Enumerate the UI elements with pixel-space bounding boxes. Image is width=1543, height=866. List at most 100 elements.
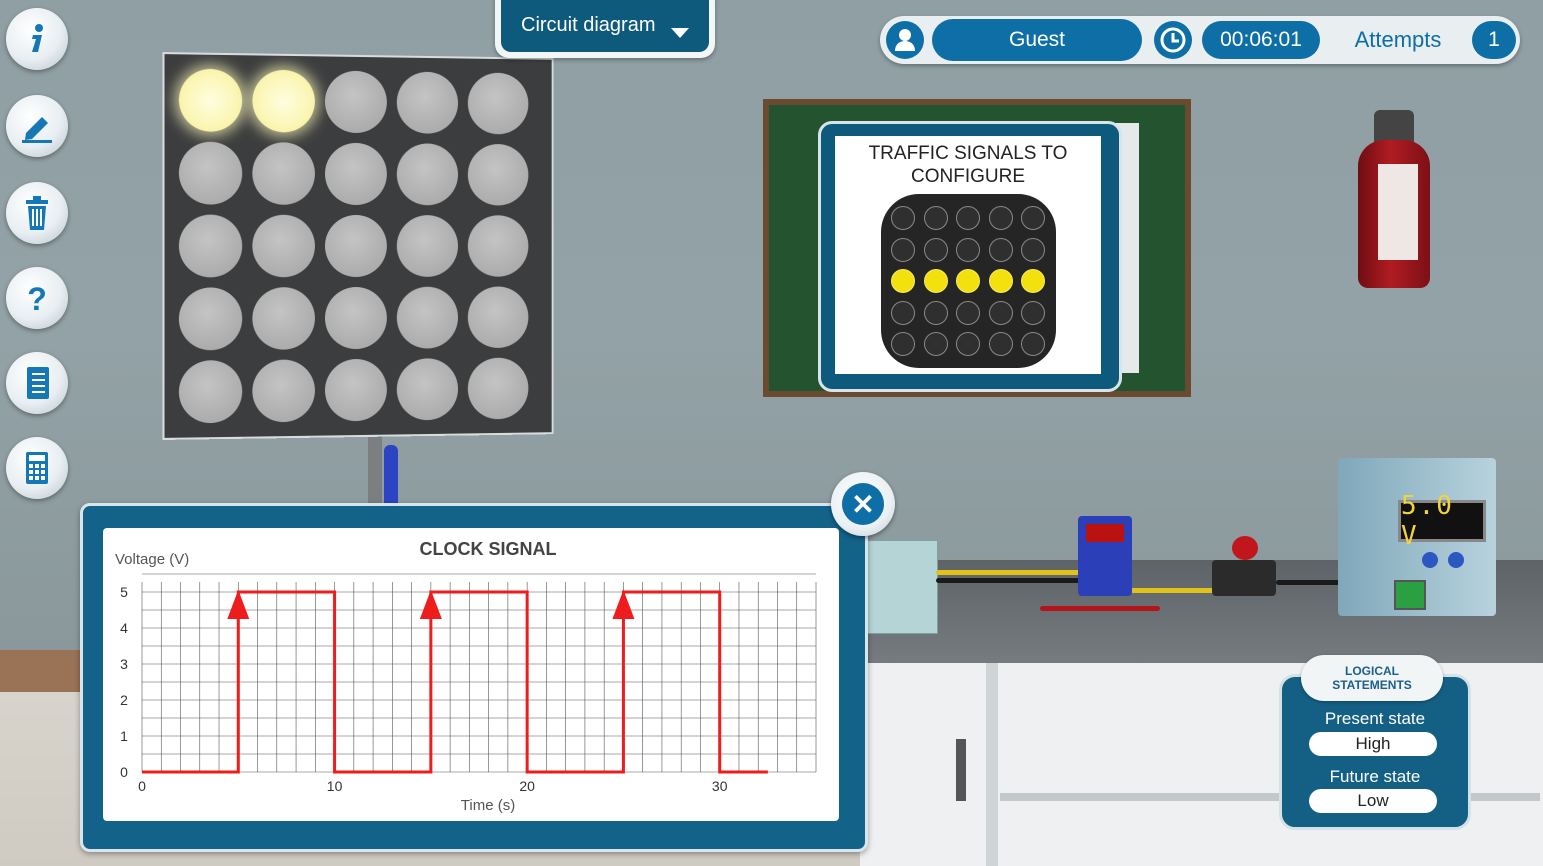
push-button-base xyxy=(1212,560,1276,596)
mini-led-3-0 xyxy=(891,300,915,325)
future-state-value[interactable]: Low xyxy=(1309,789,1437,813)
matrix-pole xyxy=(368,433,382,513)
timer: 00:06:01 xyxy=(1202,21,1320,59)
led-0-1 xyxy=(252,69,315,133)
mini-led-4-4 xyxy=(1021,332,1045,356)
wire-black xyxy=(936,578,1086,583)
led-3-2 xyxy=(324,286,387,350)
circuit-diagram-dropdown-inner: Circuit diagram xyxy=(501,0,709,52)
mini-led-4-2 xyxy=(956,332,980,356)
led-2-3 xyxy=(396,215,459,277)
wire-red xyxy=(1040,606,1160,611)
calculator-icon xyxy=(26,452,48,484)
mini-signal-grid xyxy=(881,194,1056,368)
chart-y-label: Voltage (V) xyxy=(115,551,189,568)
x-tick-label: 20 xyxy=(519,778,535,794)
led-2-0 xyxy=(178,214,243,278)
power-supply-display: 5.0 V xyxy=(1398,491,1486,551)
led-2-4 xyxy=(467,215,529,277)
circuit-diagram-dropdown[interactable]: Circuit diagram xyxy=(495,0,715,58)
mini-led-1-4 xyxy=(1021,237,1045,262)
led-3-3 xyxy=(396,286,459,349)
led-0-2 xyxy=(324,70,387,134)
info-icon xyxy=(32,24,43,52)
voltage-up-button[interactable] xyxy=(1422,552,1438,568)
mini-led-0-2 xyxy=(956,206,980,230)
rising-edge-arrow xyxy=(227,590,250,619)
calculator-button[interactable] xyxy=(6,437,68,499)
led-4-4 xyxy=(467,357,529,420)
y-tick-label: 5 xyxy=(120,584,128,600)
y-tick-label: 1 xyxy=(120,728,128,744)
led-3-0 xyxy=(178,287,243,351)
clock-generator-display xyxy=(1086,524,1124,542)
user-icon xyxy=(886,21,924,59)
led-1-4 xyxy=(467,143,529,206)
led-3-4 xyxy=(467,286,529,349)
led-4-0 xyxy=(178,360,243,424)
pencil-icon xyxy=(22,117,52,143)
led-3-1 xyxy=(252,287,315,350)
led-1-2 xyxy=(324,142,387,206)
mini-led-4-0 xyxy=(891,332,915,356)
clock-icon xyxy=(1154,21,1192,59)
mini-led-2-3 xyxy=(988,269,1013,293)
rising-edge-arrow xyxy=(419,590,442,619)
y-tick-label: 3 xyxy=(120,656,128,672)
power-button[interactable] xyxy=(1394,580,1426,610)
power-supply: 5.0 V xyxy=(1338,458,1496,616)
card-title-line1: TRAFFIC SIGNALS TO xyxy=(868,143,1068,164)
breadboard-box[interactable] xyxy=(864,540,938,634)
attempts-label: Attempts xyxy=(1354,27,1442,52)
mini-led-2-1 xyxy=(923,269,948,293)
y-tick-label: 2 xyxy=(120,692,128,708)
help-button[interactable]: ? xyxy=(6,267,68,329)
rising-edge-arrow xyxy=(612,590,635,619)
mini-led-3-2 xyxy=(956,300,980,325)
mini-led-0-4 xyxy=(1021,206,1045,230)
y-tick-label: 0 xyxy=(120,764,128,780)
wire-yellow xyxy=(936,570,1086,575)
mini-led-4-1 xyxy=(923,332,948,356)
svg-text:?: ? xyxy=(27,281,47,317)
led-0-4 xyxy=(467,72,529,135)
led-1-0 xyxy=(178,141,243,205)
present-state-value[interactable]: High xyxy=(1309,732,1437,756)
voltage-down-button[interactable] xyxy=(1448,552,1464,568)
led-0-3 xyxy=(396,71,459,134)
led-0-0 xyxy=(178,68,243,132)
info-button[interactable] xyxy=(6,8,68,70)
led-4-2 xyxy=(324,358,387,422)
card-title: TRAFFIC SIGNALS TO CONFIGURE xyxy=(835,142,1101,188)
mini-led-2-0 xyxy=(891,269,915,293)
led-2-2 xyxy=(324,214,387,278)
logical-statements-title: LOGICAL STATEMENTS xyxy=(1301,664,1443,692)
delete-button[interactable] xyxy=(6,182,68,244)
mini-led-0-0 xyxy=(891,206,915,230)
clock-signal-chart: CLOCK SIGNAL Voltage (V) Time (s) 0 1 2 3 4 5… xyxy=(115,539,817,814)
push-button[interactable] xyxy=(1232,536,1258,560)
traffic-signal-card[interactable]: TRAFFIC SIGNALS TO CONFIGURE xyxy=(818,121,1122,392)
mini-led-0-1 xyxy=(923,206,948,230)
notes-button[interactable] xyxy=(6,352,68,414)
mini-led-2-4 xyxy=(1021,269,1045,293)
mini-led-1-0 xyxy=(891,237,915,262)
chart-title: CLOCK SIGNAL xyxy=(420,539,557,559)
fire-extinguisher xyxy=(1358,140,1430,288)
clock-generator[interactable] xyxy=(1078,516,1132,596)
extinguisher-label xyxy=(1378,164,1418,260)
x-tick-label: 30 xyxy=(712,778,728,794)
user-name: Guest xyxy=(932,19,1142,61)
x-tick-label: 0 xyxy=(138,778,146,794)
edit-button[interactable] xyxy=(6,95,68,157)
present-state-label: Present state xyxy=(1324,709,1426,728)
logical-title-line2: STATEMENTS xyxy=(1332,678,1412,692)
close-button[interactable]: ✕ xyxy=(831,472,895,536)
mini-led-1-1 xyxy=(923,237,948,262)
header-bar: Guest 00:06:01 Attempts 1 xyxy=(880,16,1520,64)
future-state-label: Future state xyxy=(1329,767,1421,786)
mini-led-0-3 xyxy=(988,206,1013,230)
clock-signal-panel: CLOCK SIGNAL Voltage (V) Time (s) 0 1 2 3 4 5… xyxy=(80,503,868,852)
led-2-1 xyxy=(252,214,315,278)
led-4-1 xyxy=(252,359,315,423)
